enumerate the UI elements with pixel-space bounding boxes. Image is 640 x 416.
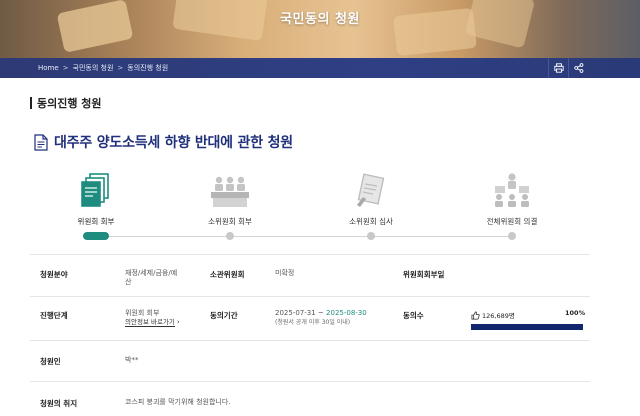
- petition-title: 대주주 양도소득세 하향 반대에 관한 청원: [54, 135, 293, 151]
- chevron-right-icon: ›: [176, 318, 180, 326]
- step-label: 전체위원회 의결: [486, 217, 538, 226]
- section-title: 동의진행 청원: [37, 97, 102, 110]
- step-label: 소위원회 심사: [349, 217, 393, 226]
- period-end: 2025-08-30: [326, 309, 367, 317]
- step-committee-referral: 위원회 회부: [46, 170, 146, 240]
- agree-progress-fill: [471, 324, 583, 330]
- petitioner-label: 청원인: [40, 357, 61, 366]
- agree-label: 동의수: [403, 311, 424, 320]
- period-value: 2025-07-31 ~ 2025-08-30 (청원서 공개 이후 30일 이…: [275, 309, 367, 327]
- section-heading: 동의진행 청원: [30, 96, 102, 110]
- period-note: (청원서 공개 이후 30일 이내): [275, 319, 351, 326]
- agree-progress-bar: [471, 324, 583, 330]
- stage-label: 진행단계: [40, 311, 68, 320]
- field-label: 청원분야: [40, 270, 68, 279]
- breadcrumb-home[interactable]: Home: [38, 64, 59, 72]
- hero-banner: 국민동의 청원: [0, 0, 640, 58]
- step-indicator: [367, 232, 375, 240]
- document-icon: [34, 133, 48, 151]
- step-subcommittee-review: 소위원회 심사: [321, 170, 421, 240]
- banner-title: 국민동의 청원: [280, 12, 360, 27]
- bill-info-link[interactable]: 의안정보 바로가기: [125, 318, 175, 327]
- period-start: 2025-07-31: [275, 309, 316, 317]
- progress-track: [96, 236, 512, 237]
- purpose-value: 코스피 붕괴를 막기위해 청원합니다.: [125, 398, 231, 406]
- stage-value: 위원회 회부: [125, 309, 160, 317]
- period-label: 동의기간: [210, 311, 238, 320]
- agree-count-group: 126,689명: [471, 310, 515, 320]
- print-icon: [553, 63, 564, 73]
- step-indicator: [508, 232, 516, 240]
- breadcrumb-separator: >: [62, 64, 69, 72]
- meeting-table-icon: [211, 176, 249, 207]
- field-value: 재정/세제/금융/예산: [125, 269, 178, 286]
- committee-referral-date-label: 위원회회부일: [403, 270, 445, 279]
- petitioner-value: 박**: [125, 356, 139, 364]
- agree-percent: 100%: [565, 309, 586, 317]
- committee-label: 소관위원회: [210, 270, 245, 279]
- table-divider: [30, 296, 590, 297]
- agree-count: 126,689명: [482, 312, 515, 320]
- breadcrumb-current[interactable]: 동의진행 청원: [127, 63, 168, 73]
- table-divider: [30, 254, 590, 255]
- section-heading-bar: [30, 97, 32, 109]
- committee-value: 미확정: [275, 269, 295, 277]
- table-divider: [30, 381, 590, 382]
- page-actions: [548, 58, 588, 78]
- thumbs-up-icon: [471, 311, 480, 319]
- step-indicator-active: [83, 232, 109, 240]
- share-button[interactable]: [568, 58, 588, 78]
- step-label: 위원회 회부: [77, 217, 115, 226]
- step-indicator: [226, 232, 234, 240]
- review-pen-icon: [357, 173, 385, 207]
- breadcrumb-separator: >: [117, 64, 124, 72]
- step-label: 소위원회 회부: [208, 217, 252, 226]
- table-divider: [30, 340, 590, 341]
- committee-vote-icon: [495, 173, 529, 207]
- step-full-committee-vote: 전체위원회 의결: [462, 170, 562, 240]
- step-subcommittee-referral: 소위원회 회부: [180, 170, 280, 240]
- print-button[interactable]: [548, 58, 568, 78]
- stage-value-group: 위원회 회부 의안정보 바로가기 ›: [125, 309, 180, 327]
- document-stack-icon: [81, 173, 109, 207]
- breadcrumb: Home > 국민동의 청원 > 동의진행 청원: [38, 58, 168, 78]
- petition-heading: 대주주 양도소득세 하향 반대에 관한 청원: [34, 132, 293, 152]
- period-separator: ~: [317, 309, 324, 317]
- breadcrumb-item[interactable]: 국민동의 청원: [73, 63, 114, 73]
- purpose-label: 청원의 취지: [40, 399, 78, 408]
- share-icon: [573, 63, 583, 73]
- progress-steps: 위원회 회부 소위원회 회부 소위원회 심사 전체위원회 의결: [0, 170, 640, 250]
- breadcrumb-bar: Home > 국민동의 청원 > 동의진행 청원: [0, 58, 640, 78]
